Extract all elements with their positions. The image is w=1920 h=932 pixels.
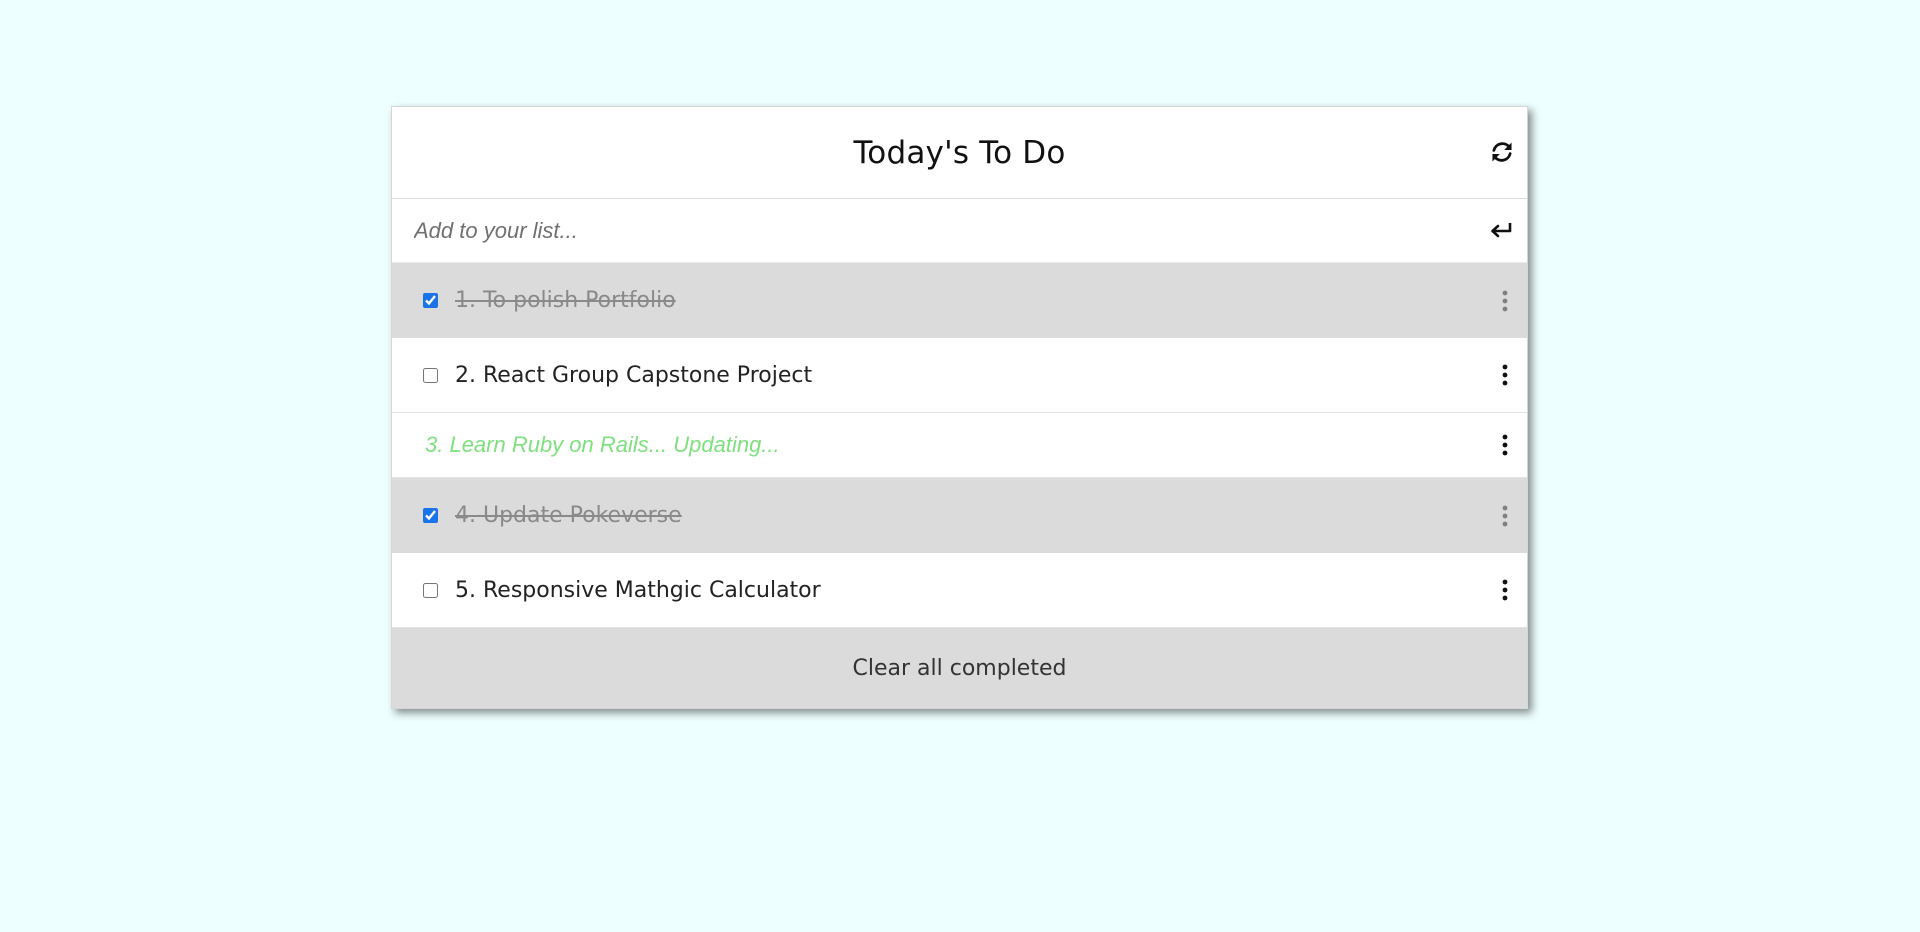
todo-item-checkbox[interactable] (423, 367, 438, 383)
clear-completed-label: Clear all completed (852, 655, 1067, 681)
todo-card: Today's To Do 1. To polish Portfolio 2. … (391, 106, 1528, 709)
todo-item-editing (392, 413, 1527, 478)
more-options-icon[interactable] (1501, 433, 1509, 457)
todo-item-checkbox[interactable] (423, 293, 438, 308)
more-options-icon[interactable] (1501, 289, 1509, 313)
more-options-icon[interactable] (1501, 363, 1509, 387)
enter-icon[interactable] (1487, 217, 1515, 245)
todo-item-checkbox[interactable] (423, 508, 438, 523)
todo-item-label: 4. Update Pokeverse (455, 503, 682, 528)
todo-item: 5. Responsive Mathgic Calculator (392, 553, 1527, 628)
add-item-row (392, 199, 1527, 263)
todo-item-checkbox[interactable] (423, 582, 438, 598)
todo-item-label: 5. Responsive Mathgic Calculator (455, 577, 821, 603)
more-options-icon[interactable] (1501, 578, 1509, 602)
add-item-input[interactable] (412, 209, 1436, 252)
todo-item: 1. To polish Portfolio (392, 263, 1527, 338)
clear-completed-button[interactable]: Clear all completed (392, 628, 1527, 708)
todo-header: Today's To Do (392, 107, 1527, 199)
page-title: Today's To Do (853, 134, 1066, 171)
more-options-icon[interactable] (1501, 504, 1509, 528)
todo-item-label: 2. React Group Capstone Project (455, 362, 813, 388)
todo-item: 2. React Group Capstone Project (392, 338, 1527, 413)
refresh-icon[interactable] (1489, 139, 1515, 165)
todo-item-edit-input[interactable] (423, 431, 1427, 459)
todo-item-label: 1. To polish Portfolio (455, 288, 676, 313)
todo-item: 4. Update Pokeverse (392, 478, 1527, 553)
